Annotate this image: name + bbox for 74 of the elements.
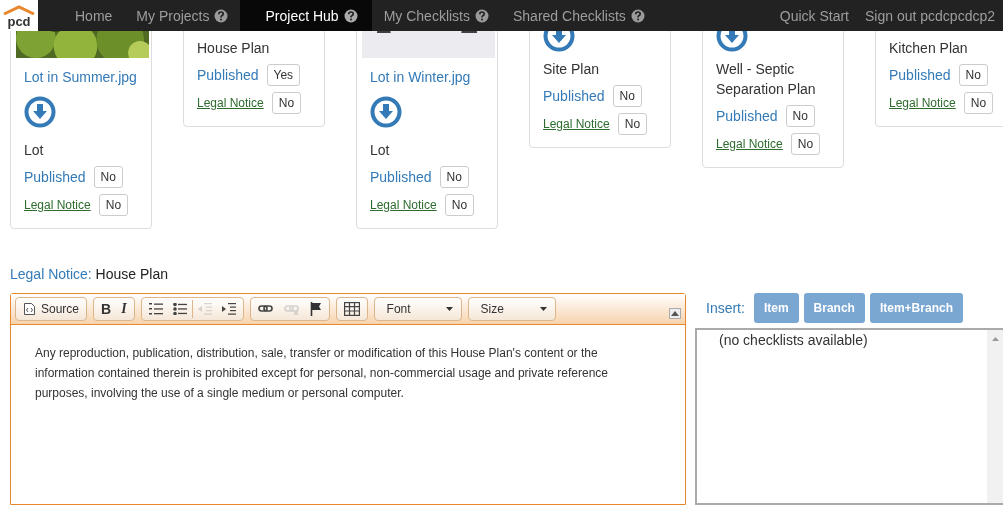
help-icon[interactable]: [475, 8, 489, 23]
download-icon[interactable]: [370, 96, 402, 128]
dropdown-button[interactable]: Size: [470, 299, 553, 319]
published-label: Published: [370, 169, 432, 185]
collapse-button[interactable]: [669, 307, 681, 319]
unlink-icon: [283, 303, 300, 315]
nav-link[interactable]: Sign out pcdcpcdcp2: [857, 0, 1003, 31]
legal-notice-toggle[interactable]: No: [98, 194, 129, 216]
numbered-list-icon: [148, 303, 163, 315]
published-toggle[interactable]: No: [93, 166, 123, 188]
published-toggle[interactable]: No: [439, 166, 469, 188]
document-title: Site Plan: [543, 60, 601, 79]
insert-label: Insert:: [706, 300, 745, 316]
legal-notice-link[interactable]: Legal Notice: [716, 137, 783, 151]
nav-tab[interactable]: Shared Checklists: [501, 0, 657, 31]
legal-notice-link[interactable]: Legal Notice: [370, 198, 437, 212]
dropdown-button[interactable]: Font: [376, 299, 459, 319]
nav-link[interactable]: Quick Start: [771, 0, 857, 31]
legal-notice-toggle[interactable]: No: [617, 113, 648, 135]
caret-icon: [445, 307, 453, 311]
published-toggle[interactable]: No: [785, 105, 815, 127]
published-label: Published: [889, 67, 951, 83]
roof-icon: [2, 5, 36, 15]
published-toggle[interactable]: No: [612, 85, 642, 107]
indent-icon: [221, 303, 236, 315]
nav-tab[interactable]: My Checklists: [371, 0, 501, 31]
nav-tab[interactable]: Project Hub: [240, 0, 372, 31]
nav-tab[interactable]: Home: [38, 0, 125, 31]
logo[interactable]: pcd: [0, 0, 38, 31]
legal-notice-toggle[interactable]: No: [271, 92, 302, 114]
published-label: Published: [543, 88, 605, 104]
legal-notice-toggle[interactable]: No: [963, 92, 994, 114]
italic-button[interactable]: I: [116, 299, 132, 319]
nav-tab[interactable]: My Projects: [124, 0, 241, 31]
outdent-icon: [197, 303, 212, 315]
legal-notice-value: House Plan: [95, 266, 168, 282]
published-label: Published: [716, 108, 778, 124]
file-link[interactable]: Lot in Winter.jpg: [370, 67, 487, 87]
legal-notice-link[interactable]: Legal Notice: [24, 198, 91, 212]
published-label: Published: [24, 169, 86, 185]
logo-text: pcd: [7, 15, 31, 29]
legal-notice-link[interactable]: Legal Notice: [543, 117, 610, 131]
document-title: Well - Septic Separation Plan: [716, 60, 817, 99]
table-icon: [343, 302, 360, 316]
published-label: Published: [197, 67, 259, 83]
rich-text-editor[interactable]: [10, 293, 686, 505]
document-title: Kitchen Plan: [889, 39, 969, 58]
bold-button[interactable]: B: [96, 299, 117, 319]
source-button[interactable]: Source: [18, 299, 85, 319]
scrollbar[interactable]: [987, 330, 1003, 503]
caret-icon: [539, 307, 547, 311]
legal-notice-link[interactable]: Legal Notice: [197, 96, 264, 110]
legal-notice-link[interactable]: Legal Notice: [889, 96, 956, 110]
document-title: Lot: [24, 141, 45, 160]
flag-icon: [309, 302, 322, 316]
help-icon[interactable]: [630, 8, 645, 23]
document-title: House Plan: [197, 39, 271, 58]
file-link[interactable]: Lot in Summer.jpg: [24, 67, 141, 87]
empty-message: (no checklists available): [719, 332, 868, 348]
help-icon[interactable]: [214, 8, 229, 23]
published-toggle[interactable]: Yes: [266, 64, 301, 86]
document-icon: [23, 302, 36, 316]
checklist-box[interactable]: (no checklists available): [695, 328, 1003, 505]
help-icon[interactable]: [343, 8, 358, 23]
legal-notice-toggle[interactable]: No: [444, 194, 475, 216]
collapse-icon: [671, 310, 679, 316]
document-title: Lot: [370, 141, 391, 160]
bulleted-list-icon: [172, 303, 187, 315]
legal-notice-text: Any reproduction, publication, distribution, sale, transfer or modification of this House Plan's content or the information contained therein is prohibited except for personal, non-commercial usage and private reference purposes, involving the use of a single medium or personal computer.: [35, 345, 609, 402]
download-icon[interactable]: [24, 96, 56, 128]
legal-notice-label: Legal Notice:: [10, 266, 92, 282]
published-toggle[interactable]: No: [958, 64, 988, 86]
link-icon: [257, 303, 274, 315]
legal-notice-toggle[interactable]: No: [790, 133, 821, 155]
